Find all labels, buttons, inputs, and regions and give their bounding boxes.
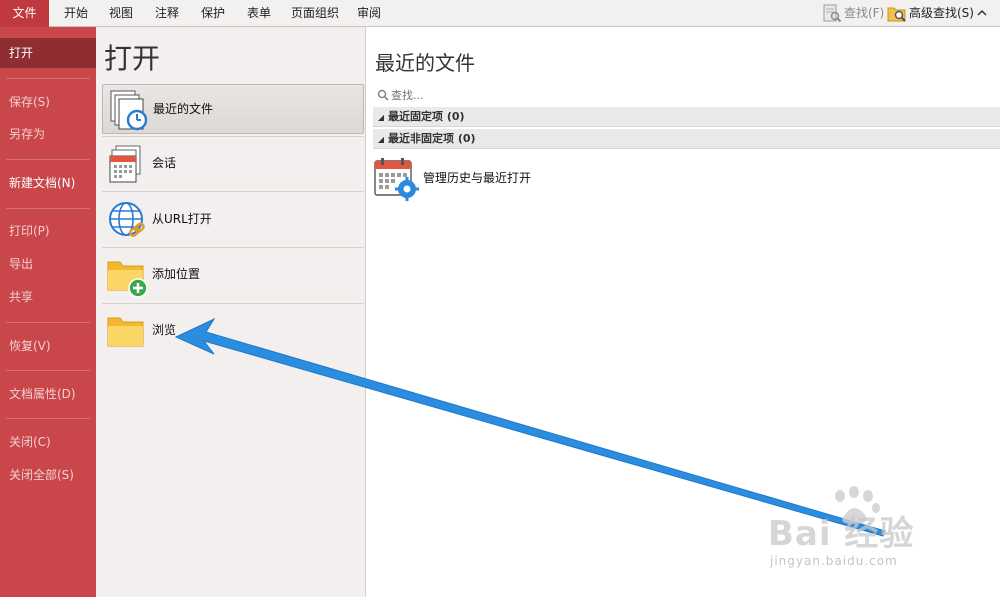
find-label: 查找(F)	[844, 6, 885, 20]
folder-search-icon	[887, 7, 906, 22]
option-divider	[102, 247, 364, 248]
ribbon-bar: 文件 开始 视图 注释 保护 表单 页面组织 审阅 查找(F) 高级查找(S)	[0, 0, 1000, 27]
find-button[interactable]: 查找(F)	[822, 3, 884, 24]
advanced-find-label: 高级查找(S)	[909, 6, 974, 20]
manage-history-label: 管理历史与最近打开	[423, 171, 532, 185]
watermark-text: Bai 经验	[768, 514, 915, 554]
chevron-up-icon[interactable]	[976, 7, 988, 19]
tab-review[interactable]: 审阅	[350, 0, 388, 27]
group-label: 最近固定项 (0)	[388, 110, 465, 123]
option-divider	[102, 191, 364, 192]
globe-link-icon	[109, 202, 145, 237]
tab-page-organize[interactable]: 页面组织	[284, 0, 346, 27]
group-label: 最近非固定项 (0)	[388, 132, 476, 145]
open-option-label: 最近的文件	[153, 102, 214, 116]
collapse-triangle-icon: ◢	[377, 135, 385, 144]
open-option-label: 会话	[152, 156, 177, 170]
open-panel: 打开 最近的文件 会话 从URL打开 添加位置 浏览	[96, 27, 366, 597]
tab-protect[interactable]: 保护	[194, 0, 232, 27]
manage-history-button[interactable]: 管理历史与最近打开	[373, 155, 673, 201]
collapse-triangle-icon: ◢	[377, 113, 385, 122]
nav-item-save[interactable]: 保存(S)	[0, 87, 96, 117]
nav-divider	[6, 208, 90, 209]
open-option-session[interactable]: 会话	[102, 139, 364, 189]
open-option-label: 从URL打开	[152, 212, 212, 226]
nav-item-document-properties[interactable]: 文档属性(D)	[0, 379, 96, 409]
nav-item-recover[interactable]: 恢复(V)	[0, 331, 96, 361]
group-unpinned-recent[interactable]: ◢ 最近非固定项 (0)	[373, 129, 1000, 149]
advanced-find-button[interactable]: 高级查找(S)	[887, 3, 975, 24]
group-pinned-recent[interactable]: ◢ 最近固定项 (0)	[373, 107, 1000, 127]
page-title: 打开	[104, 42, 161, 75]
open-option-browse[interactable]: 浏览	[102, 306, 364, 356]
nav-item-close-all[interactable]: 关闭全部(S)	[0, 460, 96, 490]
nav-divider	[6, 78, 90, 79]
nav-item-share[interactable]: 共享	[0, 282, 96, 312]
open-option-from-url[interactable]: 从URL打开	[102, 195, 364, 245]
nav-divider	[6, 159, 90, 160]
tab-comment[interactable]: 注释	[148, 0, 186, 27]
nav-divider	[6, 322, 90, 323]
search-icon	[377, 89, 389, 101]
nav-item-export[interactable]: 导出	[0, 249, 96, 279]
recent-documents-clock-icon	[110, 90, 148, 131]
backstage-nav: 打开 保存(S) 另存为 新建文档(N) 打印(P) 导出 共享 恢复(V) 文…	[0, 27, 96, 597]
recent-search-box[interactable]	[373, 85, 993, 105]
recent-files-title: 最近的文件	[375, 51, 475, 75]
tab-view[interactable]: 视图	[102, 0, 140, 27]
open-option-label: 添加位置	[152, 267, 201, 281]
open-option-label: 浏览	[152, 323, 177, 337]
open-option-add-place[interactable]: 添加位置	[102, 250, 364, 300]
option-divider	[102, 303, 364, 304]
open-option-recent-files[interactable]: 最近的文件	[102, 84, 364, 134]
tab-home[interactable]: 开始	[55, 0, 97, 27]
nav-item-save-as[interactable]: 另存为	[0, 119, 96, 149]
nav-item-open[interactable]: 打开	[0, 38, 96, 68]
tab-form[interactable]: 表单	[240, 0, 278, 27]
tab-file[interactable]: 文件	[0, 0, 49, 27]
folder-icon	[107, 317, 144, 347]
nav-divider	[6, 370, 90, 371]
session-calendar-icon	[109, 145, 141, 183]
option-divider	[102, 136, 364, 137]
find-icon	[823, 4, 842, 23]
folder-add-icon	[107, 261, 148, 298]
nav-divider	[6, 418, 90, 419]
nav-item-close[interactable]: 关闭(C)	[0, 427, 96, 457]
calendar-gear-icon	[374, 158, 419, 201]
search-input[interactable]	[391, 85, 991, 105]
nav-item-new-document[interactable]: 新建文档(N)	[0, 168, 96, 198]
watermark-url: jingyan.baidu.com	[770, 554, 898, 568]
nav-item-print[interactable]: 打印(P)	[0, 216, 96, 246]
